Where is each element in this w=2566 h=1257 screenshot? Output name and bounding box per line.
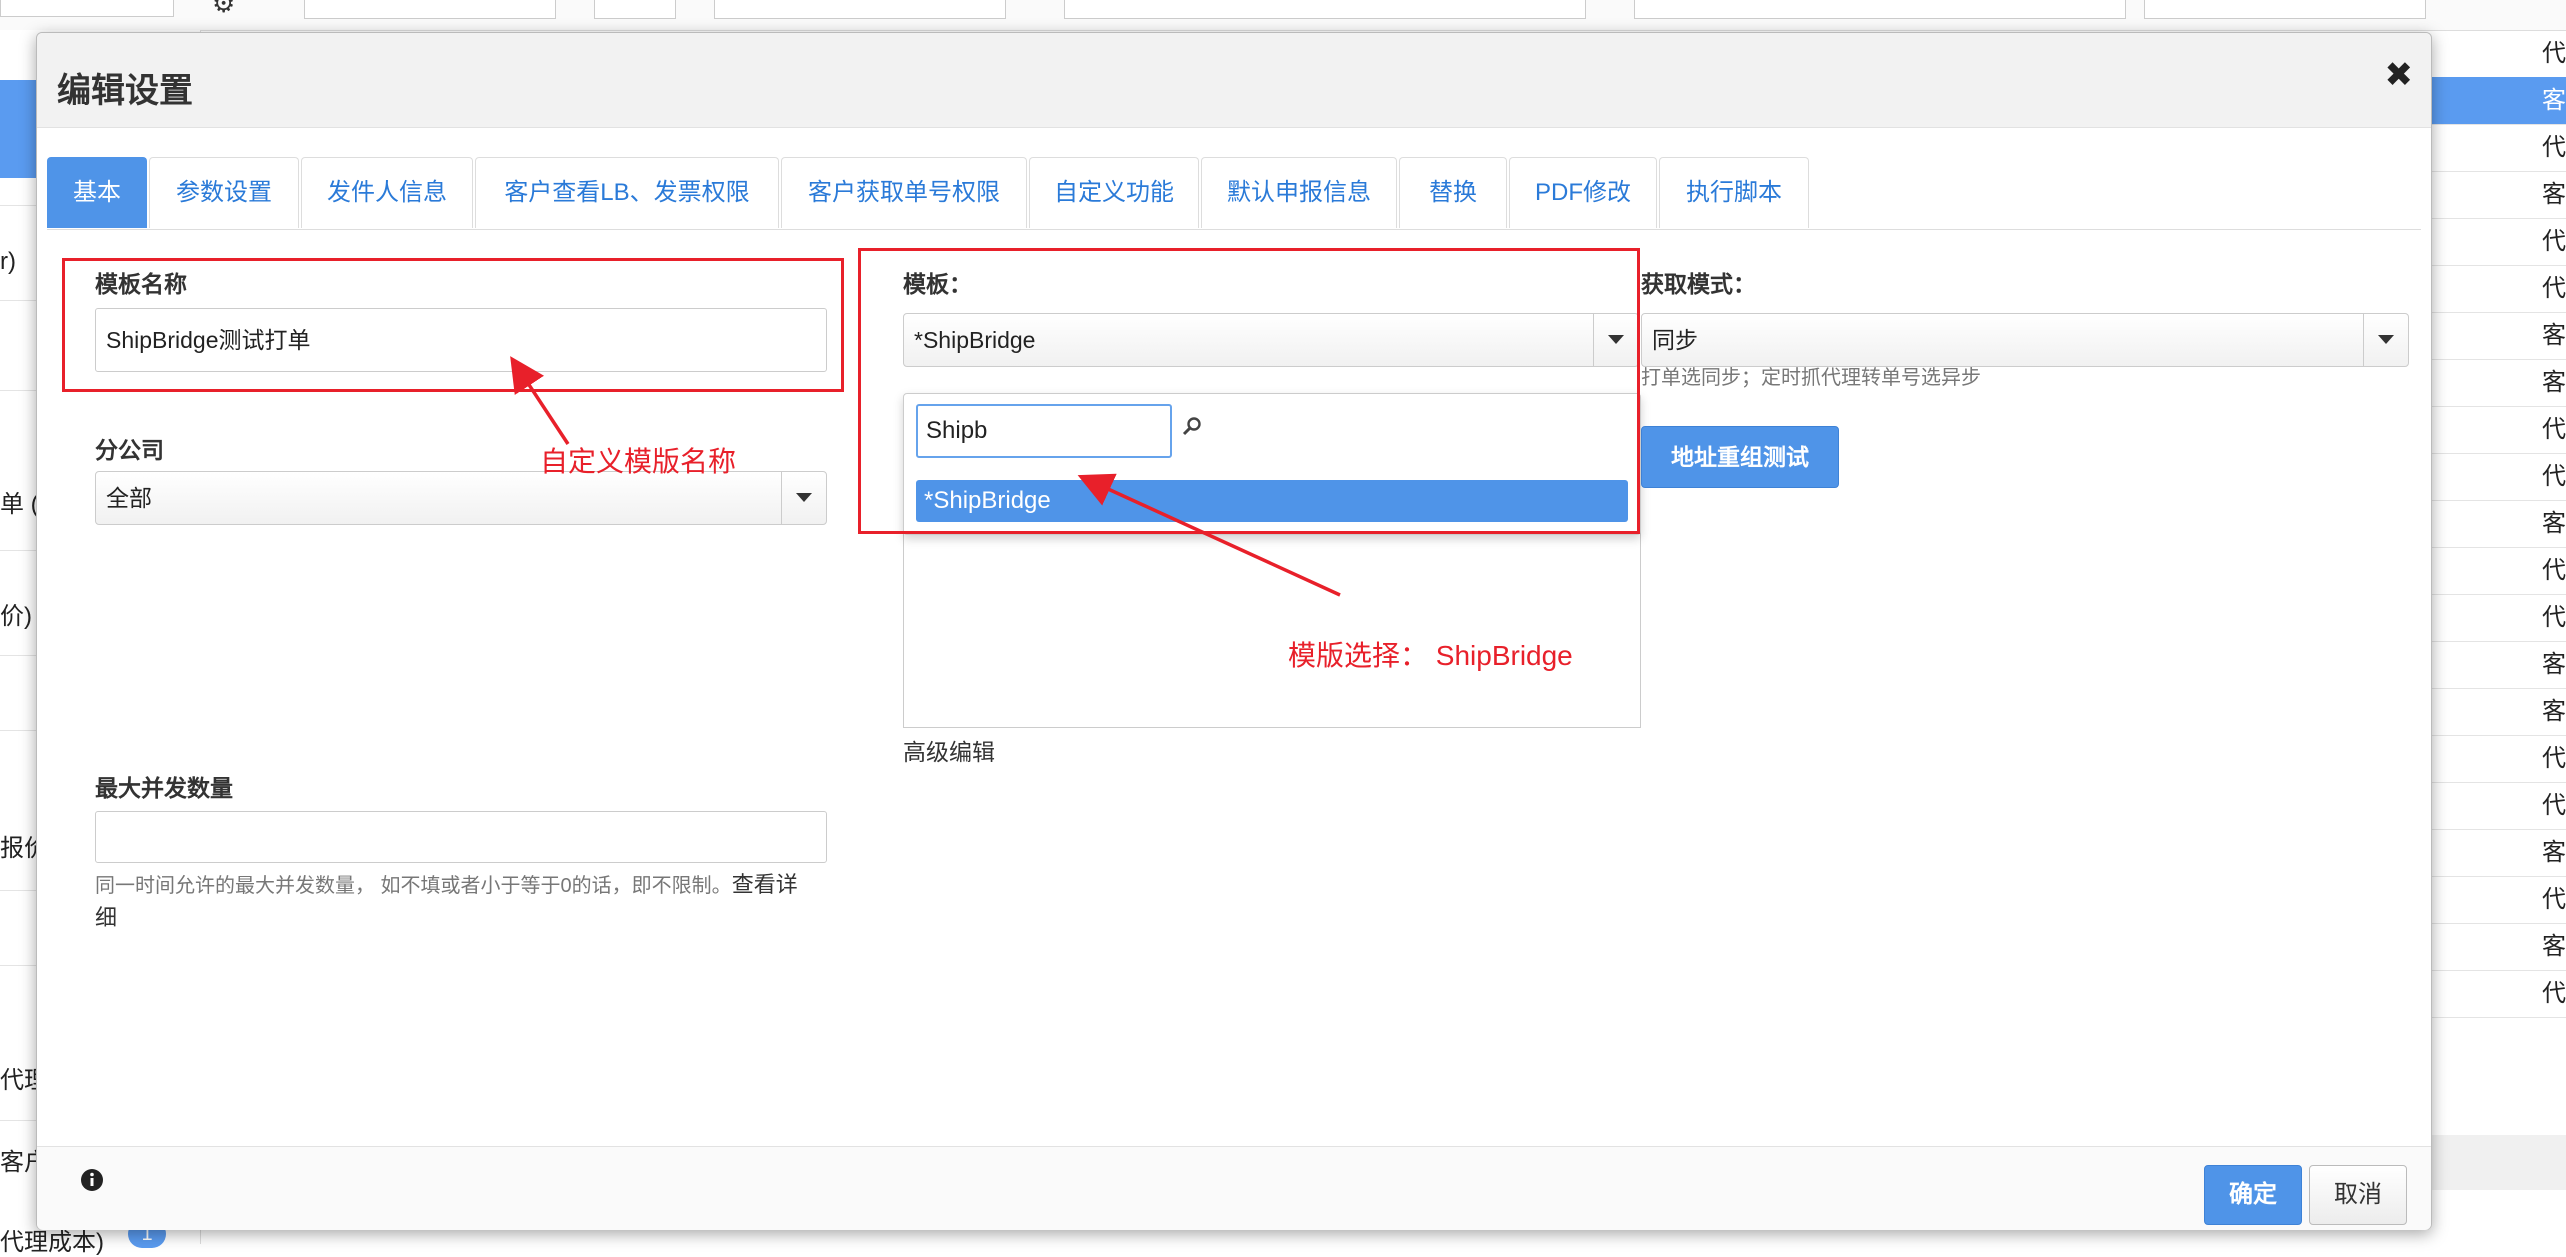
sidebar-item[interactable]: r) [0,248,16,276]
table-row[interactable]: 代 [2432,594,2566,642]
max-concurrency-input[interactable] [95,811,827,863]
table-row[interactable]: 代 [2432,30,2566,78]
background-toolbar: ⚙ [0,0,2566,31]
branch-label: 分公司 [95,437,164,463]
sidebar-active-item[interactable] [0,80,36,178]
tab-customer-tracking-permission[interactable]: 客户获取单号权限 [781,157,1027,228]
tab-default-declaration[interactable]: 默认申报信息 [1201,157,1397,228]
tab-parameters[interactable]: 参数设置 [149,157,299,228]
chevron-down-icon[interactable] [781,472,826,524]
table-row[interactable]: 客 [2432,171,2566,219]
max-concurrency-label: 最大并发数量 [95,775,233,801]
table-row[interactable]: 客 [2432,688,2566,736]
dialog-header: 编辑设置 ✖ [37,33,2431,128]
sidebar-item[interactable]: 价) [0,596,32,631]
table-row[interactable]: 客 [2432,923,2566,971]
close-icon[interactable]: ✖ [2385,55,2414,95]
fetch-mode-help: 打单选同步；定时抓代理转单号选异步 [1641,367,1981,389]
dialog-title: 编辑设置 [57,72,193,110]
background-table-column: 代 客 代 客 代 代 客 客 代 代 客 代 代 客 客 代 代 客 代 客 … [2432,30,2566,1210]
table-row[interactable]: 代 [2432,453,2566,501]
address-reorg-test-button[interactable]: 地址重组测试 [1641,426,1839,488]
view-details-link-tail[interactable]: 细 [95,905,117,930]
annotation-template-choice: 模版选择： ShipBridge [1288,640,1573,671]
tab-basic[interactable]: 基本 [47,157,147,228]
tab-customer-lb-invoice-permission[interactable]: 客户查看LB、发票权限 [475,157,779,228]
background-filter-cell[interactable] [714,0,1006,19]
confirm-button[interactable]: 确定 [2204,1165,2302,1225]
tab-execute-script[interactable]: 执行脚本 [1659,157,1809,228]
annotation-custom-name: 自定义模版名称 [540,446,737,477]
background-filter-cell[interactable] [594,0,676,19]
table-row[interactable]: 客 [2432,641,2566,689]
background-filter-cell[interactable] [1634,0,2126,19]
table-row[interactable]: 客 [2432,829,2566,877]
table-row[interactable]: 代 [2432,406,2566,454]
table-row[interactable]: 客 [2432,359,2566,407]
edit-settings-dialog: 编辑设置 ✖ 基本 参数设置 发件人信息 客户查看LB、发票权限 客户获取单号权… [36,32,2432,1230]
branch-value: 全部 [106,485,152,511]
background-search-input[interactable] [0,0,174,17]
table-row[interactable]: 代 [2432,782,2566,830]
fetch-mode-value: 同步 [1652,327,1698,353]
tab-replace[interactable]: 替换 [1399,157,1507,228]
background-filter-cell[interactable] [2144,0,2426,19]
fetch-mode-select[interactable]: 同步 [1641,313,2409,367]
fetch-mode-label: 获取模式： [1641,271,1756,297]
max-concurrency-help-text: 同一时间允许的最大并发数量， 如不填或者小于等于0的话，即不限制。 [95,875,732,897]
table-row[interactable]: 代 [2432,547,2566,595]
background-filter-cell[interactable] [304,0,556,19]
tab-pdf-edit[interactable]: PDF修改 [1509,157,1657,228]
chevron-down-icon[interactable] [2363,314,2408,366]
annotation-box-template-name [62,258,844,392]
max-concurrency-help: 同一时间允许的最大并发数量， 如不填或者小于等于0的话，即不限制。查看详细 [95,869,835,935]
tab-sender-info[interactable]: 发件人信息 [301,157,473,228]
tab-custom-functions[interactable]: 自定义功能 [1029,157,1199,228]
background-filter-cell[interactable] [1064,0,1586,19]
table-row[interactable]: 代 [2432,970,2566,1018]
cancel-button[interactable]: 取消 [2309,1165,2407,1225]
table-row[interactable]: 客 [2432,312,2566,360]
table-row[interactable]: 代 [2432,876,2566,924]
annotation-box-template-select [858,248,1640,534]
table-row[interactable]: 代 [2432,124,2566,172]
table-row[interactable]: 代 [2432,265,2566,313]
table-row[interactable]: 客 [2432,500,2566,548]
table-row[interactable]: 客 [2432,77,2566,125]
advanced-edit-link[interactable]: 高级编辑 [903,733,995,767]
view-details-link[interactable]: 查看详 [732,872,798,897]
table-row[interactable]: 代 [2432,735,2566,783]
template-advanced-textarea[interactable] [903,531,1641,728]
gear-icon[interactable]: ⚙ [212,0,235,19]
tab-bar: 基本 参数设置 发件人信息 客户查看LB、发票权限 客户获取单号权限 自定义功能… [47,157,2421,230]
dialog-footer: 确定 取消 [37,1146,2431,1230]
info-icon[interactable] [80,1168,104,1192]
table-row[interactable]: 代 [2432,218,2566,266]
background-table-footer [2432,1135,2566,1190]
